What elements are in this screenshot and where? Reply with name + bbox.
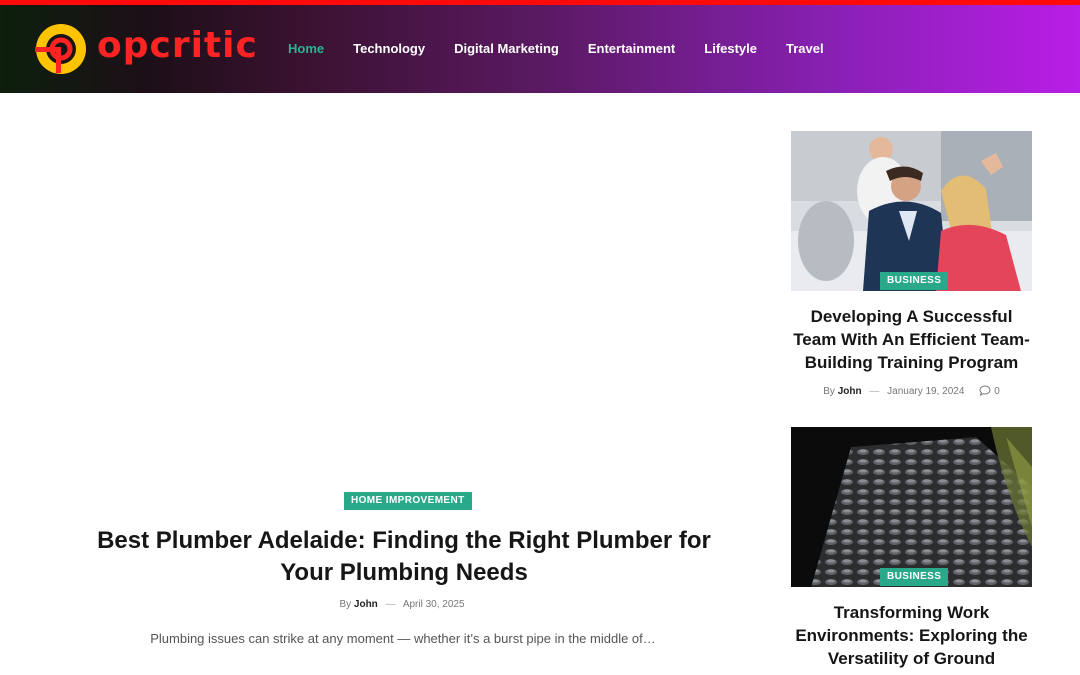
author-link[interactable]: John <box>838 386 862 397</box>
post-meta: By John — April 30, 2025 <box>0 599 804 610</box>
comments-link[interactable]: 0 <box>979 385 1000 397</box>
sidebar-post-title[interactable]: Transforming Work Environments: Explorin… <box>791 601 1032 675</box>
nav-item-lifestyle[interactable]: Lifestyle <box>704 41 757 56</box>
main-navigation: Home Technology Digital Marketing Entert… <box>288 41 853 56</box>
category-badge[interactable]: BUSINESS <box>880 568 949 586</box>
meta-separator: — <box>385 599 396 610</box>
post-meta: By John — January 19, 2024 0 <box>791 385 1032 397</box>
sidebar-post-card: BUSINESS Developing A Successful Team Wi… <box>791 131 1032 397</box>
by-label: By <box>823 386 835 397</box>
category-badge[interactable]: HOME IMPROVEMENT <box>344 492 472 510</box>
site-header: opcritic Home Technology Digital Marketi… <box>0 5 1080 93</box>
team-celebrating-photo[interactable] <box>791 131 1032 291</box>
sidebar-post-title[interactable]: Developing A Successful Team With An Eff… <box>791 305 1032 374</box>
meta-separator: — <box>869 386 880 397</box>
sidebar-post-card: BUSINESS Transforming Work Environments:… <box>791 427 1032 675</box>
nav-item-travel[interactable]: Travel <box>786 41 824 56</box>
featured-post: HOME IMPROVEMENT Best Plumber Adelaide: … <box>0 93 760 675</box>
logo-wordmark[interactable]: opcritic <box>97 25 258 66</box>
nav-item-technology[interactable]: Technology <box>353 41 425 56</box>
nav-item-digital-marketing[interactable]: Digital Marketing <box>454 41 559 56</box>
author-link[interactable]: John <box>354 599 378 610</box>
nav-item-home[interactable]: Home <box>288 41 324 56</box>
post-date: April 30, 2025 <box>402 599 465 610</box>
post-date: January 19, 2024 <box>887 386 965 397</box>
category-badge[interactable]: BUSINESS <box>880 272 949 290</box>
ground-mat-photo[interactable] <box>791 427 1032 587</box>
featured-post-title[interactable]: Best Plumber Adelaide: Finding the Right… <box>80 525 728 589</box>
comment-icon <box>979 385 991 396</box>
post-excerpt: Plumbing issues can strike at any moment… <box>150 631 656 646</box>
by-label: By <box>339 599 352 610</box>
nav-item-entertainment[interactable]: Entertainment <box>588 41 675 56</box>
comment-count: 0 <box>994 386 1000 397</box>
